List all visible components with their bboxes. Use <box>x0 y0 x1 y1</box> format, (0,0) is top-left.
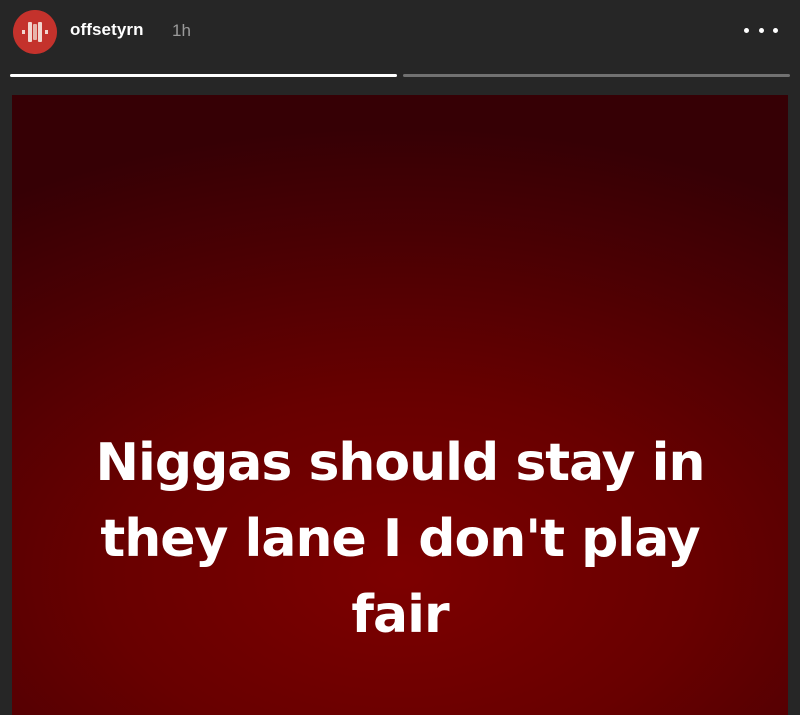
story-content[interactable]: Niggas should stay in they lane I don't … <box>12 95 788 715</box>
progress-segment <box>403 74 790 77</box>
username[interactable]: offsetyrn <box>70 20 144 40</box>
story-text: Niggas should stay in they lane I don't … <box>12 425 788 653</box>
story-viewer: offsetyrn 1h Niggas should stay in they … <box>0 0 800 715</box>
story-text-line: Niggas should stay in <box>95 433 706 493</box>
dot <box>758 27 764 33</box>
story-progress-bar <box>10 74 790 77</box>
story-text-line: they lane I don't play <box>100 509 700 569</box>
dot <box>744 27 749 33</box>
progress-fill <box>10 74 397 77</box>
skull-logo-icon <box>13 10 57 54</box>
story-text-line: fair <box>351 585 449 645</box>
dot <box>773 27 778 33</box>
progress-segment <box>10 74 397 77</box>
more-options-icon[interactable] <box>744 18 778 42</box>
post-time: 1h <box>172 21 191 40</box>
story-header: offsetyrn 1h <box>0 0 800 64</box>
avatar[interactable] <box>13 10 57 54</box>
